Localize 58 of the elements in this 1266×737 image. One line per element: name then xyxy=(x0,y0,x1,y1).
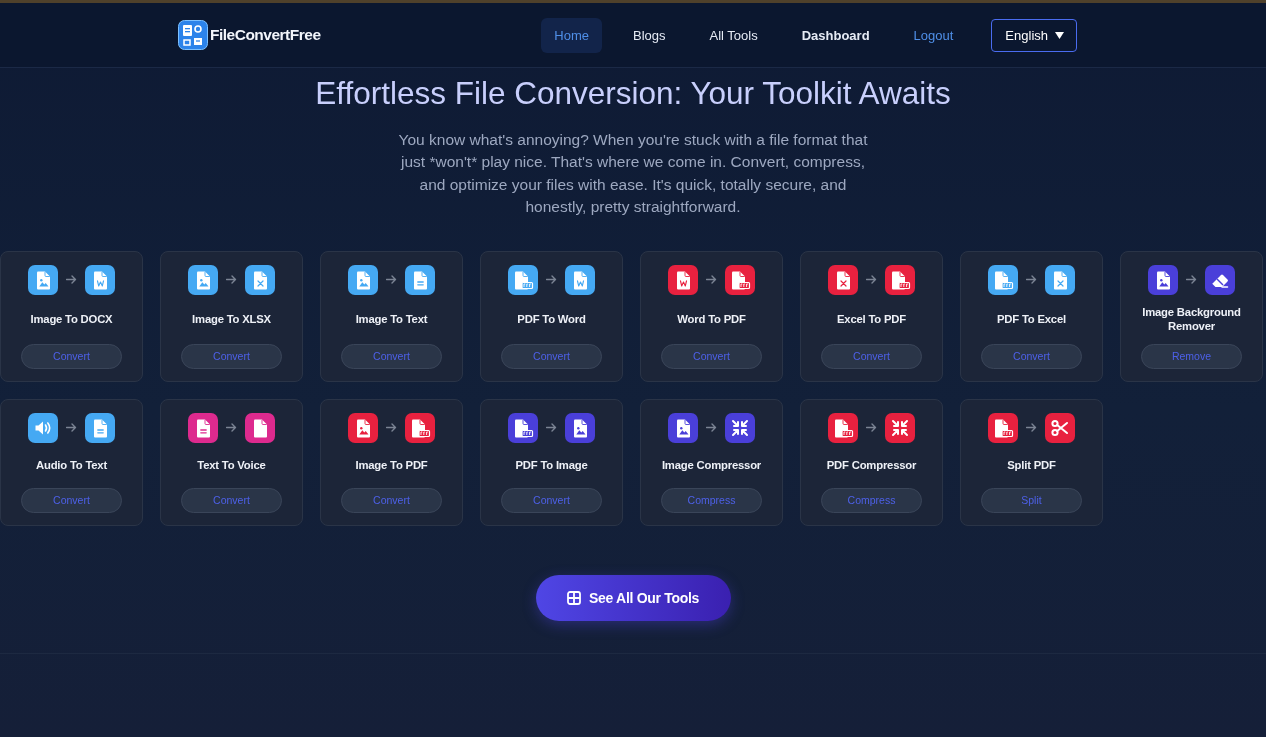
tool-title: PDF To Word xyxy=(516,311,587,327)
intro-text: You know what's annoying? When you're stuck with a file format that just *won't* play nice. That's where we come in. Convert, compress, and optimize your files with ease. It's quick, totally secure, and honestly, pretty straightforward. xyxy=(397,130,869,218)
arrow-icon xyxy=(1186,275,1197,285)
nav-link[interactable]: Blogs xyxy=(619,17,679,53)
tool-title: Split PDF xyxy=(1006,457,1057,473)
action-button[interactable]: Convert xyxy=(21,487,122,513)
tool-title: Image To DOCX xyxy=(29,311,114,327)
action-button[interactable]: Convert xyxy=(501,487,602,513)
arrow-icon xyxy=(66,275,77,285)
arrow-icon xyxy=(546,275,557,285)
nav-link[interactable]: All Tools xyxy=(696,17,771,53)
nav-link[interactable]: Logout xyxy=(900,17,967,53)
nav-link[interactable]: Dashboard xyxy=(788,17,883,53)
arrow-icon xyxy=(866,423,877,433)
tool-title: Image To Text xyxy=(354,311,429,327)
action-button[interactable]: Split xyxy=(981,487,1082,513)
action-button[interactable]: Convert xyxy=(501,343,602,369)
arrow-icon xyxy=(706,275,717,285)
tool-title: PDF Compressor xyxy=(825,457,918,473)
action-button[interactable]: Compress xyxy=(661,487,762,513)
tool-title: PDF To Image xyxy=(514,457,589,473)
tool-title: Word To PDF xyxy=(676,311,747,327)
logo-icon xyxy=(178,20,208,50)
caret-icon xyxy=(1055,31,1064,39)
action-button[interactable]: Convert xyxy=(21,343,122,369)
arrow-icon xyxy=(866,275,877,285)
action-button[interactable]: Convert xyxy=(981,343,1082,369)
tool-title: Audio To Text xyxy=(35,457,108,473)
arrow-icon xyxy=(386,275,397,285)
page-title: Effortless File Conversion: Your Toolkit Awaits xyxy=(314,75,952,111)
action-button[interactable]: Convert xyxy=(341,487,442,513)
arrow-icon xyxy=(66,423,77,433)
arrow-icon xyxy=(1026,423,1037,433)
arrow-icon xyxy=(546,423,557,433)
tool-title: PDF To Excel xyxy=(996,311,1067,327)
nav-link[interactable]: Home xyxy=(541,17,602,53)
action-button[interactable]: Compress xyxy=(821,487,922,513)
action-button[interactable]: Convert xyxy=(821,343,922,369)
arrow-icon xyxy=(1026,275,1037,285)
action-button[interactable]: Convert xyxy=(341,343,442,369)
action-button[interactable]: Convert xyxy=(181,487,282,513)
arrow-icon xyxy=(706,423,717,433)
language-select[interactable]: English xyxy=(991,18,1077,52)
see-all-tools-button[interactable]: See All Our Tools xyxy=(535,574,731,621)
arrow-icon xyxy=(226,275,237,285)
tool-title: Text To Voice xyxy=(196,457,267,473)
tool-title: Image Background Remover xyxy=(1141,304,1242,335)
grid-icon xyxy=(567,590,581,605)
arrow-icon xyxy=(386,423,397,433)
action-button[interactable]: Convert xyxy=(181,343,282,369)
tool-title: Excel To PDF xyxy=(836,311,907,327)
action-button[interactable]: Remove xyxy=(1141,343,1242,369)
tool-title: Image To XLSX xyxy=(191,311,272,327)
logo-text: FileConvertFree xyxy=(210,26,321,44)
tool-title: Image Compressor xyxy=(660,457,763,473)
tool-title: Image To PDF xyxy=(354,457,429,473)
action-button[interactable]: Convert xyxy=(661,343,762,369)
arrow-icon xyxy=(226,423,237,433)
